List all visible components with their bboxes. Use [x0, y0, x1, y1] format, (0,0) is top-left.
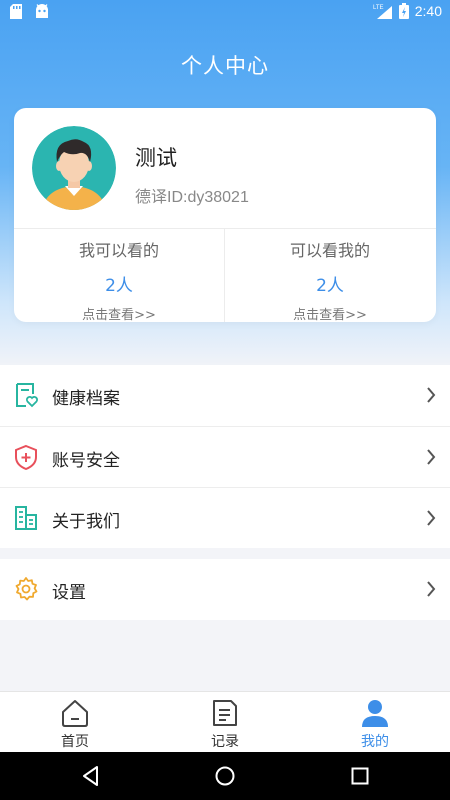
menu-item-account-security[interactable]: 账号安全 [0, 426, 450, 487]
battery-icon [398, 3, 409, 19]
android-icon [36, 4, 48, 18]
status-time: 2:40 [414, 3, 442, 19]
profile-card: 测试 德译ID:dy38021 我可以看的 2人 点击查看>> 可以看我的 2人… [14, 108, 436, 323]
menu-label: 健康档案 [52, 389, 120, 409]
menu-group-main: 健康档案 账号安全 关于我们 [0, 365, 450, 548]
stat-title: 我可以看的 [78, 241, 159, 260]
network-type: LTE [373, 5, 384, 11]
stat-count: 2人 [316, 276, 344, 296]
health-record-icon [16, 383, 38, 408]
gear-icon [15, 577, 38, 601]
menu-label: 账号安全 [52, 451, 120, 471]
user-icon [362, 700, 388, 727]
view-link[interactable]: 点击查看>> [14, 304, 224, 323]
user-id: 德译ID:dy38021 [135, 189, 249, 206]
menu-group-settings: 设置 [0, 559, 450, 620]
menu-item-health-record[interactable]: 健康档案 [0, 365, 450, 426]
bottom-tab-bar: 首页 记录 我的 [0, 691, 450, 752]
avatar[interactable] [32, 126, 116, 210]
tab-record[interactable]: 记录 [150, 692, 300, 753]
viewed-by-stat[interactable]: 可以看我的 2人 点击查看>> [225, 228, 435, 323]
status-bar: LTE 2:40 [0, 0, 450, 24]
menu-item-settings[interactable]: 设置 [0, 559, 450, 620]
can-view-stat[interactable]: 我可以看的 2人 点击查看>> [14, 228, 224, 323]
chevron-right-icon [427, 510, 436, 526]
tab-label: 记录 [211, 734, 239, 750]
menu-item-about-us[interactable]: 关于我们 [0, 487, 450, 548]
sd-card-icon [10, 4, 22, 19]
view-link[interactable]: 点击查看>> [225, 304, 435, 323]
menu-label: 关于我们 [52, 512, 120, 532]
tab-label: 我的 [361, 734, 389, 750]
stat-count: 2人 [105, 276, 133, 296]
recents-icon[interactable] [348, 764, 372, 788]
tab-home[interactable]: 首页 [0, 692, 150, 753]
page-title: 个人中心 [181, 54, 269, 78]
building-icon [15, 506, 37, 530]
signal-icon: LTE [373, 5, 392, 19]
chevron-right-icon [427, 387, 436, 403]
shield-icon [15, 444, 37, 470]
menu-label: 设置 [52, 583, 86, 603]
back-icon[interactable] [79, 764, 103, 788]
home-icon [62, 700, 88, 727]
chevron-right-icon [427, 581, 436, 597]
user-name: 测试 [135, 146, 177, 170]
chevron-right-icon [427, 449, 436, 465]
tab-mine[interactable]: 我的 [300, 692, 450, 753]
record-icon [213, 700, 237, 726]
stat-title: 可以看我的 [289, 241, 370, 260]
home-circle-icon[interactable] [213, 764, 237, 788]
tab-label: 首页 [61, 734, 89, 750]
system-nav-bar [0, 752, 450, 800]
